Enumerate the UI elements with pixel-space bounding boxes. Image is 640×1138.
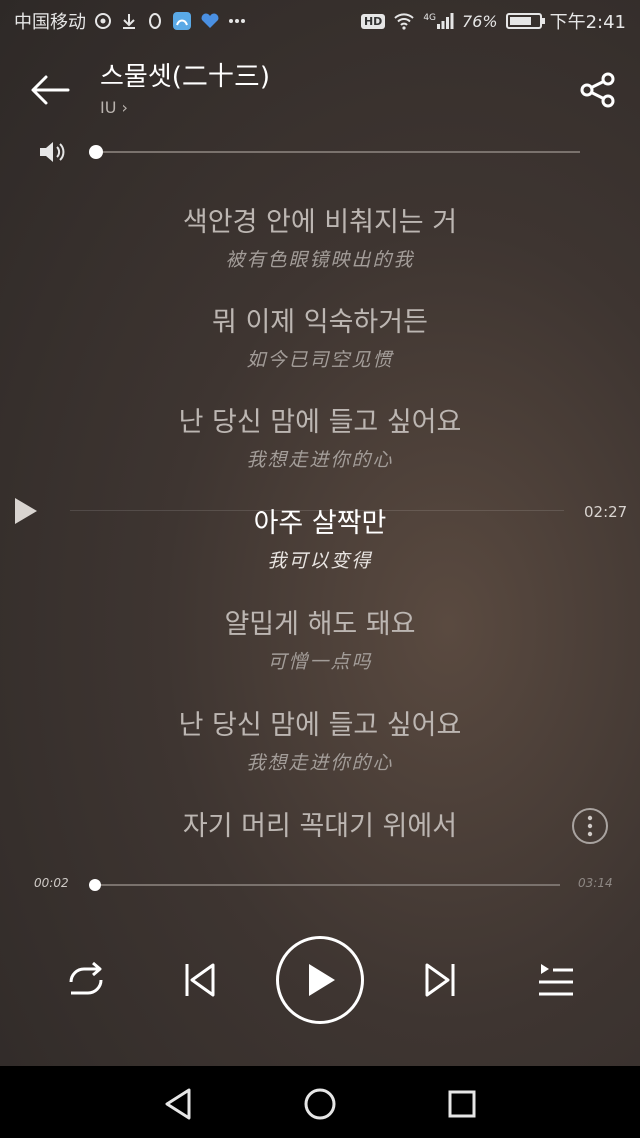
lyric-translation: 如今已司空见惯 [246, 349, 394, 371]
lyric-seek-line [70, 510, 564, 511]
back-arrow-icon [31, 75, 70, 105]
square-recents-icon [448, 1090, 476, 1118]
lyric-korean: 자기 머리 꼭대기 위에서 [182, 811, 458, 842]
artist-link[interactable]: IU › [100, 98, 128, 117]
circle-home-icon [304, 1088, 336, 1120]
repeat-button[interactable] [60, 958, 110, 1002]
clock: 下午2:41 [549, 12, 626, 33]
system-navigation-bar [0, 1066, 640, 1138]
status-bar: 中国移动 HD 4G 76% 下午2:41 [0, 0, 640, 42]
chevron-right-icon: › [121, 98, 128, 117]
lyric-line: 자기 머리 꼭대기 위에서 我可以在你的头顶 [0, 804, 640, 852]
lyric-korean: 얄밉게 해도 돼요 [224, 609, 416, 640]
heart-app-icon [200, 12, 220, 30]
download-icon [120, 12, 138, 30]
share-icon [580, 72, 615, 108]
lyric-korean: 난 당신 맘에 들고 싶어요 [178, 407, 462, 438]
triangle-back-icon [165, 1088, 191, 1120]
lyric-korean: 아주 살짝만 [253, 508, 387, 539]
lyric-korean: 색안경 안에 비춰지는 거 [182, 207, 458, 238]
next-button[interactable] [418, 958, 462, 1002]
seek-play-button[interactable] [12, 496, 42, 526]
playlist-icon [539, 964, 573, 996]
progress-track[interactable] [90, 884, 560, 886]
back-button[interactable] [28, 68, 72, 112]
lyric-translation: 我可以在你的头顶 [0, 849, 640, 852]
previous-button[interactable] [178, 958, 222, 1002]
lyric-translation: 被有色眼镜映出的我 [225, 249, 415, 271]
volume-slider-handle[interactable] [89, 145, 103, 159]
play-icon [309, 964, 335, 996]
lyric-line: 얄밉게 해도 돼요 可憎一点吗 [0, 602, 640, 674]
lyric-line: 뭐 이제 익숙하거든 如今已司空见惯 [0, 300, 640, 372]
lyric-translation: 我想走进你的心 [246, 752, 394, 774]
total-time: 03:14 [578, 876, 613, 890]
seek-time: 02:27 [584, 503, 628, 521]
play-button[interactable] [276, 936, 364, 1024]
repeat-icon [69, 961, 103, 995]
nav-recents-button[interactable] [440, 1084, 484, 1124]
status-left: 中国移动 [14, 8, 246, 34]
lyric-korean: 난 당신 맘에 들고 싶어요 [178, 710, 462, 741]
nav-home-button[interactable] [298, 1084, 342, 1124]
elapsed-time: 00:02 [34, 876, 69, 890]
nav-back-button[interactable] [156, 1084, 200, 1124]
playback-progress[interactable]: 00:02 03:14 [0, 872, 640, 898]
artist-name: IU [100, 98, 117, 117]
song-title: 스물셋(二十三) [100, 62, 271, 92]
volume-track[interactable] [96, 151, 580, 153]
lyric-line: 색안경 안에 비춰지는 거 被有色眼镜映出的我 [0, 200, 640, 272]
network-label: 4G [423, 13, 437, 23]
lyric-translation: 我可以变得 [267, 550, 373, 572]
playlist-button[interactable] [530, 958, 580, 1002]
lyric-translation: 我想走进你的心 [246, 449, 394, 471]
playback-controls [0, 930, 640, 1030]
next-icon [425, 963, 455, 997]
previous-icon [185, 963, 215, 997]
netease-icon [94, 12, 112, 30]
lyric-line-current: 아주 살짝만 我可以变得 [0, 501, 640, 573]
battery-icon [505, 13, 545, 29]
qq-icon [146, 12, 164, 30]
more-button[interactable] [572, 808, 608, 844]
more-notifications-icon [228, 18, 246, 24]
speaker-icon [40, 142, 65, 162]
signal-icon: 4G [423, 13, 454, 29]
lyric-translation: 可憎一点吗 [267, 651, 373, 673]
more-vertical-icon [587, 815, 593, 837]
lyric-line: 난 당신 맘에 들고 싶어요 我想走进你的心 [0, 703, 640, 775]
hd-badge: HD [360, 13, 386, 29]
play-icon [15, 498, 37, 524]
lyrics-panel[interactable]: 색안경 안에 비춰지는 거 被有色眼镜映出的我 뭐 이제 익숙하거든 如今已司空见惯 난… [0, 188, 640, 852]
carrier-label: 中国移动 [14, 12, 86, 33]
lyric-korean: 뭐 이제 익숙하거든 [212, 307, 428, 338]
player-header: 스물셋(二十三) IU › [0, 48, 640, 128]
progress-handle[interactable] [88, 879, 101, 891]
app-icon [172, 11, 192, 31]
volume-control[interactable] [38, 136, 588, 168]
wifi-icon [393, 12, 415, 30]
battery-percent: 76% [462, 11, 498, 31]
lyric-line: 난 당신 맘에 들고 싶어요 我想走进你的心 [0, 400, 640, 472]
status-right: HD 4G 76% 下午2:41 [360, 8, 626, 34]
share-button[interactable] [574, 66, 622, 114]
